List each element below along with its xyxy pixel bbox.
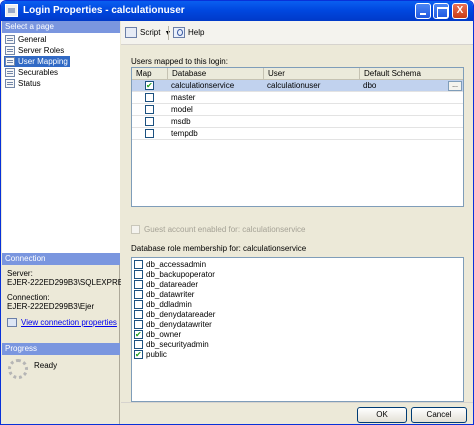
table-row[interactable]: msdb: [132, 116, 463, 128]
guest-account-option: Guest account enabled for: calculationse…: [131, 225, 305, 235]
database-cell: tempdb: [171, 129, 198, 138]
page-icon: [5, 35, 15, 44]
database-cell: msdb: [171, 117, 191, 126]
table-row[interactable]: model: [132, 104, 463, 116]
list-item[interactable]: db_datareader: [134, 280, 198, 290]
minimize-button[interactable]: [415, 3, 431, 19]
ok-button[interactable]: OK: [357, 407, 407, 423]
default-schema-cell[interactable]: dbo: [360, 80, 376, 92]
page-list: General Server Roles User Mapping Secura…: [2, 33, 120, 261]
user-cell[interactable]: calculationuser: [264, 80, 320, 92]
list-item[interactable]: db_accessadmin: [134, 260, 206, 270]
page-item-user-mapping[interactable]: User Mapping: [4, 56, 70, 67]
column-header-default-schema[interactable]: Default Schema: [360, 68, 463, 80]
connection-properties-icon: [7, 318, 17, 327]
script-button[interactable]: Script▼: [125, 26, 171, 40]
map-checkbox[interactable]: [145, 80, 154, 91]
main-pane: Script▼ Help Users mapped to this login:…: [121, 21, 473, 424]
table-row[interactable]: calculationservice calculationuser dbo .…: [132, 80, 463, 92]
server-value: EJER-222ED299B3\SQLEXPRES: [7, 278, 129, 287]
list-item[interactable]: db_owner: [134, 329, 181, 340]
database-cell: master: [171, 93, 196, 102]
page-icon: [5, 46, 15, 55]
role-checkbox[interactable]: [134, 340, 143, 349]
select-page-header: Select a page: [2, 21, 120, 33]
list-item[interactable]: db_securityadmin: [134, 340, 209, 350]
connection-header: Connection: [2, 253, 120, 265]
connection-label: Connection:: [7, 293, 50, 302]
browse-schema-button[interactable]: ...: [448, 81, 462, 91]
role-checkbox[interactable]: [134, 290, 143, 299]
toolbar: Script▼ Help: [121, 21, 473, 45]
cancel-button[interactable]: Cancel: [411, 407, 467, 423]
script-icon: [125, 27, 137, 38]
database-cell: model: [171, 105, 193, 114]
users-mapped-grid: Map Database User Default Schema calcula…: [131, 67, 464, 207]
maximize-button[interactable]: [433, 3, 449, 19]
list-item[interactable]: db_datawriter: [134, 290, 194, 300]
role-checkbox[interactable]: [134, 310, 143, 319]
left-pane: Select a page General Server Roles User …: [2, 21, 128, 424]
page-item-general[interactable]: General: [4, 34, 48, 45]
window-title: Login Properties - calculationuser: [23, 5, 185, 16]
close-button[interactable]: X: [452, 3, 468, 19]
list-item[interactable]: public: [134, 349, 167, 360]
page-item-status[interactable]: Status: [4, 78, 43, 89]
role-checkbox[interactable]: [134, 270, 143, 279]
table-row[interactable]: master: [132, 92, 463, 104]
help-button[interactable]: Help: [173, 26, 204, 40]
map-checkbox[interactable]: [145, 117, 154, 126]
toolbar-separator: [168, 26, 169, 40]
role-checkbox[interactable]: [134, 280, 143, 289]
table-row[interactable]: tempdb: [132, 128, 463, 140]
list-item[interactable]: db_denydatawriter: [134, 320, 212, 330]
title-bar[interactable]: Login Properties - calculationuser X: [1, 1, 473, 21]
server-label: Server:: [7, 269, 33, 278]
list-item[interactable]: db_denydatareader: [134, 310, 215, 320]
page-icon: [5, 57, 15, 66]
role-checkbox[interactable]: [134, 329, 143, 340]
page-item-securables[interactable]: Securables: [4, 67, 60, 78]
column-header-map[interactable]: Map: [132, 68, 168, 80]
page-item-server-roles[interactable]: Server Roles: [4, 45, 66, 56]
role-checkbox[interactable]: [134, 320, 143, 329]
column-header-database[interactable]: Database: [168, 68, 264, 80]
dialog-button-bar: OK Cancel: [121, 402, 473, 424]
role-checkbox[interactable]: [134, 300, 143, 309]
window-icon: [5, 4, 18, 17]
role-checkbox[interactable]: [134, 260, 143, 269]
page-icon: [5, 68, 15, 77]
users-mapped-label: Users mapped to this login:: [131, 57, 228, 66]
guest-account-label: Guest account enabled for: calculationse…: [144, 225, 306, 234]
role-membership-label: Database role membership for: calculatio…: [131, 244, 307, 253]
page-icon: [5, 79, 15, 88]
map-checkbox[interactable]: [145, 93, 154, 102]
map-checkbox[interactable]: [145, 105, 154, 114]
view-connection-properties-link[interactable]: View connection properties: [7, 318, 117, 327]
list-item[interactable]: db_ddladmin: [134, 300, 192, 310]
login-properties-window: Login Properties - calculationuser X Sel…: [0, 0, 474, 425]
role-checkbox[interactable]: [134, 349, 143, 360]
map-checkbox[interactable]: [145, 129, 154, 138]
column-header-user[interactable]: User: [264, 68, 360, 80]
progress-header: Progress: [2, 343, 120, 355]
progress-spinner-icon: [8, 359, 28, 379]
role-membership-list: db_accessadmin db_backupoperator db_data…: [131, 257, 464, 402]
progress-status: Ready: [34, 361, 58, 370]
connection-value: EJER-222ED299B3\Ejer: [7, 302, 95, 311]
database-cell: calculationservice: [171, 81, 235, 90]
list-item[interactable]: db_backupoperator: [134, 270, 215, 280]
help-icon: [173, 27, 185, 38]
guest-account-checkbox: [131, 225, 140, 234]
